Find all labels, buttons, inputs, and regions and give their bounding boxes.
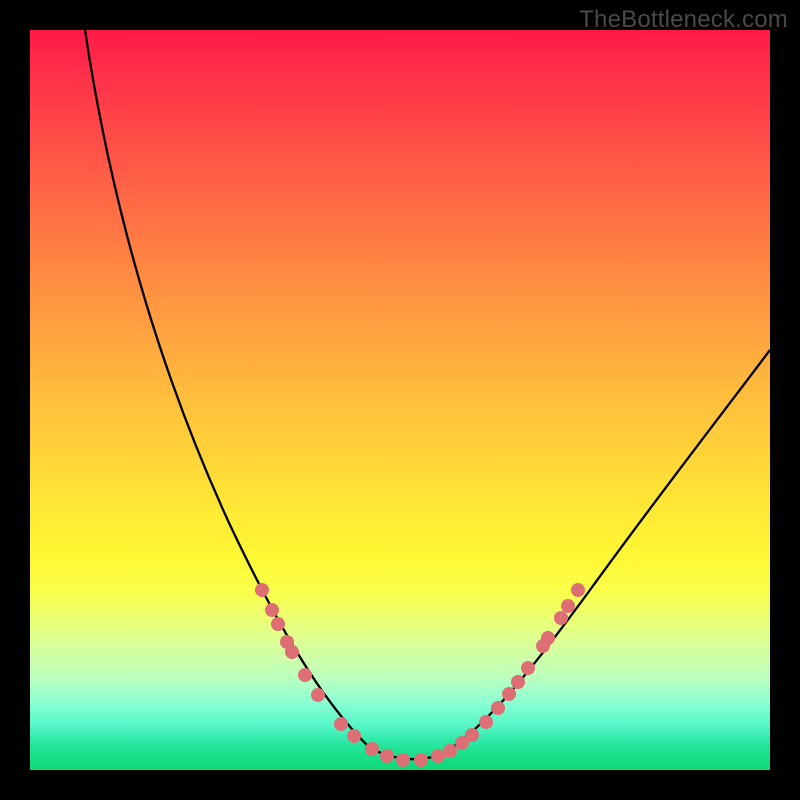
marker-dot: [521, 661, 535, 675]
marker-dot: [414, 753, 428, 767]
marker-dot: [396, 753, 410, 767]
marker-dot: [298, 668, 312, 682]
marker-dot: [347, 729, 361, 743]
marker-dot: [271, 617, 285, 631]
marker-dot: [380, 749, 394, 763]
marker-dot: [554, 611, 568, 625]
marker-dot: [443, 744, 457, 758]
marker-dot: [265, 603, 279, 617]
marker-dot: [334, 717, 348, 731]
marker-dot: [491, 701, 505, 715]
watermark-text: TheBottleneck.com: [579, 6, 788, 34]
marker-dot: [431, 749, 445, 763]
curve-markers: [255, 583, 585, 767]
chart-frame: TheBottleneck.com: [0, 0, 800, 800]
marker-dot: [561, 599, 575, 613]
marker-dot: [465, 728, 479, 742]
marker-dot: [511, 675, 525, 689]
marker-dot: [285, 645, 299, 659]
marker-dot: [541, 631, 555, 645]
marker-dot: [571, 583, 585, 597]
plot-area: [30, 30, 770, 770]
marker-dot: [479, 715, 493, 729]
marker-dot: [311, 688, 325, 702]
marker-dot: [255, 583, 269, 597]
marker-dot: [502, 687, 516, 701]
bottleneck-curve-svg: [30, 30, 770, 770]
bottleneck-curve-path: [85, 30, 770, 759]
marker-dot: [365, 742, 379, 756]
